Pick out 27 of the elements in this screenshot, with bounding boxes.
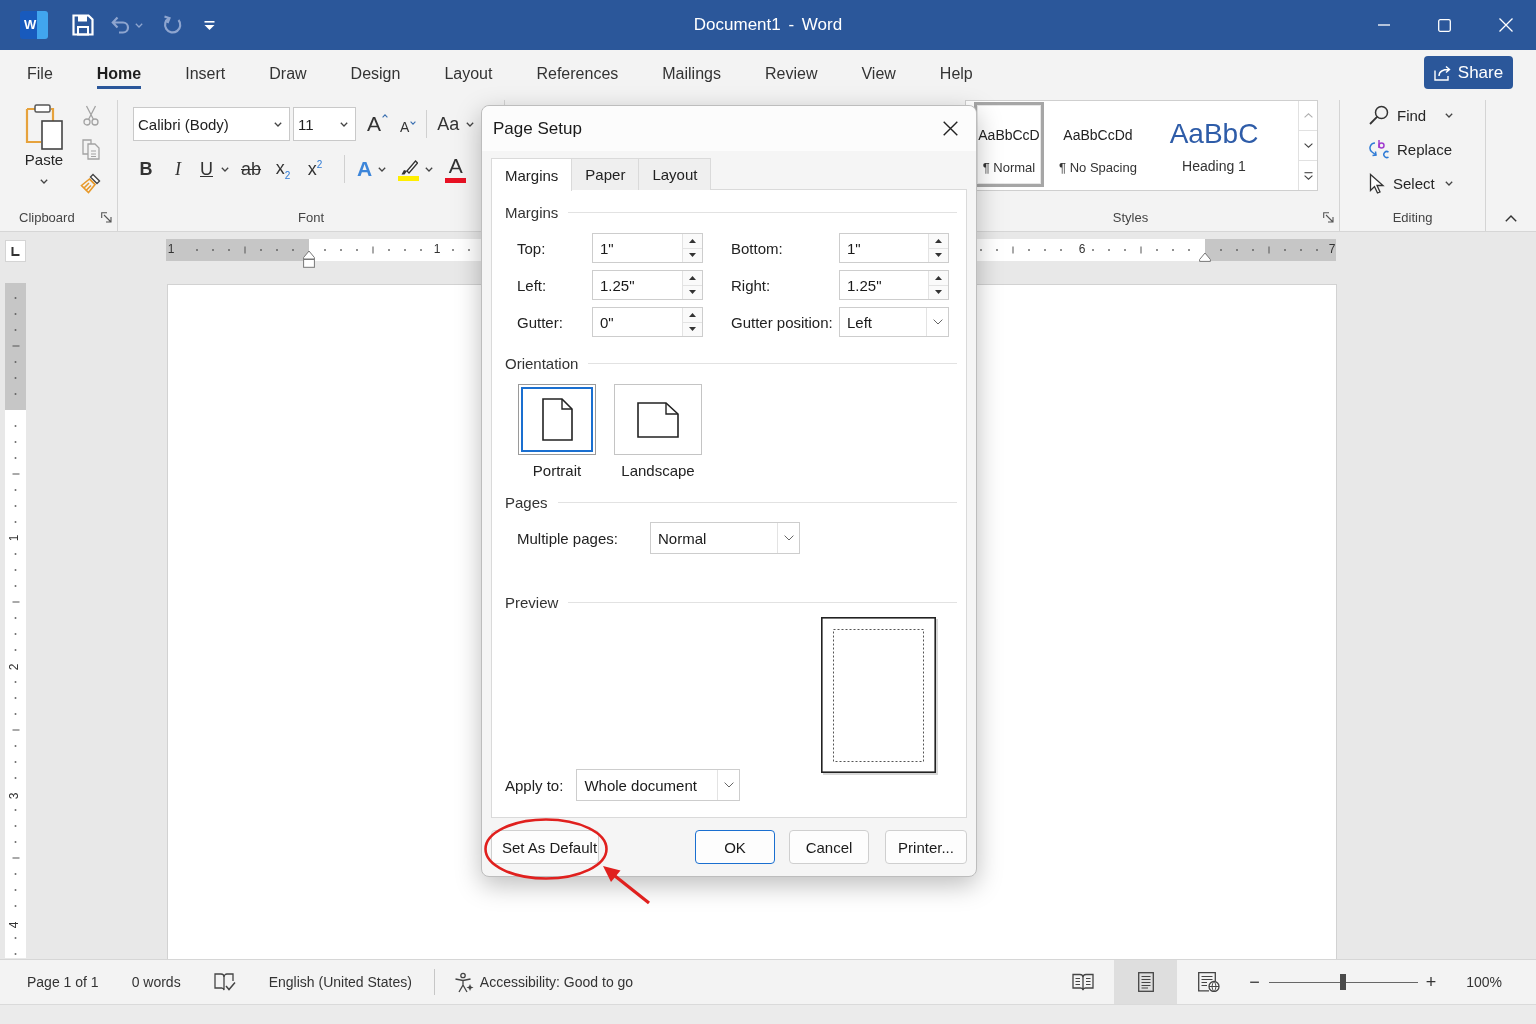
ruler-number: 7 — [1328, 242, 1336, 257]
ruler-number: 2 — [8, 663, 21, 671]
field-label: Gutter: — [517, 313, 564, 331]
field-label: Apply to: — [505, 776, 564, 794]
group-label: Styles — [1111, 209, 1150, 225]
dialog-title: Page Setup — [493, 118, 582, 139]
section-heading: Margins — [505, 203, 559, 221]
field-label: Left: — [517, 276, 548, 294]
field-label: Gutter position: — [730, 313, 834, 331]
section-heading: Orientation — [505, 354, 579, 372]
ruler-number: 1 — [8, 534, 21, 542]
ruler-number: 6 — [1078, 242, 1086, 257]
group-label: Clipboard — [19, 209, 75, 225]
ruler-number: 1 — [433, 242, 441, 257]
window-title: Document1 - Word — [693, 15, 843, 35]
field-label: Top: — [517, 239, 547, 257]
field-label: Bottom: — [730, 239, 784, 257]
group-label: Editing — [1391, 209, 1434, 225]
field-label: Multiple pages: — [517, 529, 619, 547]
ruler-number: 4 — [8, 921, 21, 929]
ruler-number: 3 — [8, 792, 21, 800]
group-label: Font — [297, 209, 325, 225]
section-heading: Pages — [505, 493, 548, 511]
field-label: Right: — [730, 276, 772, 294]
app-logo: W — [20, 11, 48, 39]
section-heading: Preview — [505, 593, 559, 611]
ruler-number: 1 — [167, 242, 175, 257]
